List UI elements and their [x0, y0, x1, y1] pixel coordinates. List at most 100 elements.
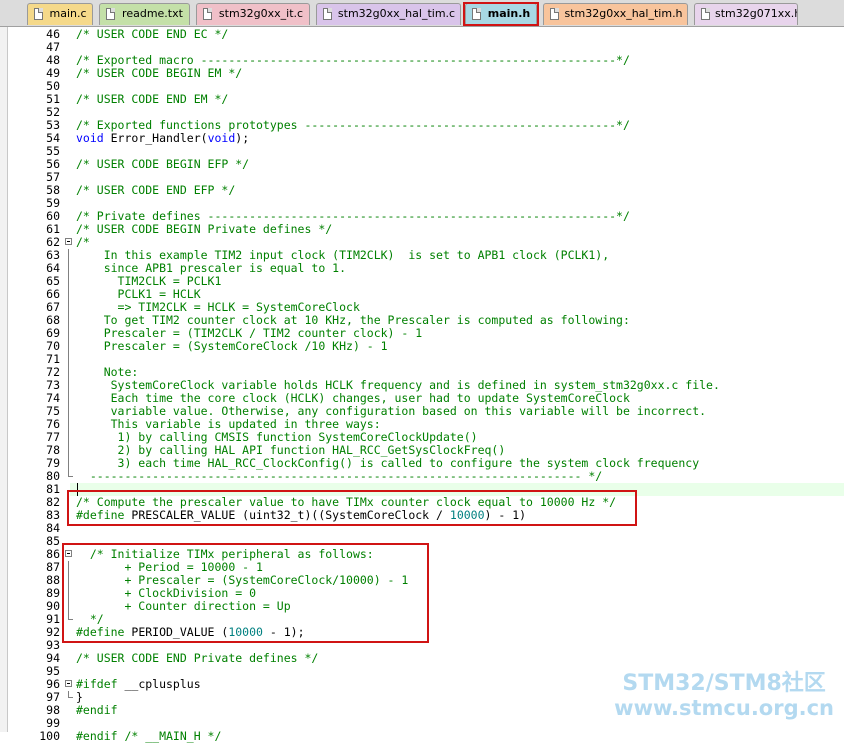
- code-text: #endif: [76, 704, 118, 717]
- tab-stm32g0xx-hal-tim-h[interactable]: stm32g0xx_hal_tim.h: [543, 3, 688, 25]
- code-line[interactable]: 49/* USER CODE BEGIN EM */: [8, 67, 844, 80]
- code-token: );: [235, 131, 250, 145]
- fold-guide: [64, 691, 74, 704]
- code-token: /* Private defines ---------------------…: [76, 209, 630, 223]
- code-token: /* __MAIN_H */: [117, 729, 222, 743]
- file-icon: [701, 8, 710, 20]
- code-line[interactable]: 56/* USER CODE BEGIN EFP */: [8, 158, 844, 171]
- code-token: #ifdef: [76, 677, 118, 691]
- fold-guide: [64, 262, 74, 275]
- code-token: /* USER CODE END Private defines */: [76, 651, 319, 665]
- fold-guide: [64, 275, 74, 288]
- watermark-title: STM32/STM8社区: [622, 671, 826, 696]
- fold-guide: [64, 431, 74, 444]
- fold-guide: [64, 418, 74, 431]
- code-token: __cplusplus: [117, 677, 201, 691]
- site-watermark: STM32/STM8社区 www.stmcu.org.cn: [614, 671, 834, 721]
- fold-guide: [64, 249, 74, 262]
- code-line[interactable]: 94/* USER CODE END Private defines */: [8, 652, 844, 665]
- fold-guide: [64, 444, 74, 457]
- tab-stm32g0xx-it-c[interactable]: stm32g0xx_it.c: [196, 3, 310, 25]
- fold-toggle-icon[interactable]: [64, 678, 74, 691]
- file-icon: [106, 8, 115, 20]
- code-token: variable value. Otherwise, any configura…: [76, 404, 707, 418]
- code-text: /* USER CODE END EM */: [76, 93, 228, 106]
- code-token: since APB1 prescaler is equal to 1.: [76, 261, 347, 275]
- code-text: /* USER CODE BEGIN EFP */: [76, 158, 249, 171]
- code-token: Note:: [76, 365, 139, 379]
- code-token: TIM2CLK = PCLK1: [76, 274, 222, 288]
- active-tab-highlight: [463, 2, 539, 26]
- file-icon: [34, 8, 43, 20]
- fold-guide: [64, 340, 74, 353]
- code-text: /* USER CODE BEGIN Private defines */: [76, 223, 332, 236]
- code-token: /* Exported functions prototypes -------…: [76, 118, 630, 132]
- tab-main-c[interactable]: main.c: [27, 3, 93, 25]
- code-line[interactable]: 58/* USER CODE END EFP */: [8, 184, 844, 197]
- fold-guide: [64, 392, 74, 405]
- tab-label: stm32g0xx_hal_tim.c: [337, 7, 456, 20]
- code-token: }: [76, 690, 83, 704]
- tab-stm32g071xx-h[interactable]: stm32g071xx.h: [694, 3, 798, 25]
- code-token: In this example TIM2 input clock (TIM2CL…: [76, 248, 610, 262]
- fold-guide: [64, 470, 74, 483]
- code-token: Each time the core clock (HCLK) changes,…: [76, 391, 630, 405]
- code-token: void: [76, 131, 104, 145]
- code-text: /* USER CODE BEGIN EM */: [76, 67, 242, 80]
- code-token: Prescaler = (SystemCoreClock /10 KHz) - …: [76, 339, 388, 353]
- gutter-margin: [0, 27, 8, 732]
- file-icon: [203, 8, 212, 20]
- code-token: /*: [76, 235, 90, 249]
- code-text: /* USER CODE END Private defines */: [76, 652, 318, 665]
- code-line[interactable]: 61/* USER CODE BEGIN Private defines */: [8, 223, 844, 236]
- fold-guide: [64, 457, 74, 470]
- code-text: /* USER CODE END EFP */: [76, 184, 235, 197]
- code-line[interactable]: 54 void Error_Handler(void);: [8, 132, 844, 145]
- code-token: #endif: [76, 703, 118, 717]
- fold-guide: [64, 288, 74, 301]
- tab-stm32g0xx-hal-tim-c[interactable]: stm32g0xx_hal_tim.c: [316, 3, 461, 25]
- code-token: To get TIM2 counter clock at 10 KHz, the…: [76, 313, 630, 327]
- fold-guide: [64, 353, 74, 366]
- prescaler-define-highlight: [67, 490, 637, 526]
- editor-tab-bar: main.c readme.txt stm32g0xx_it.c stm32g0xx_…: [0, 0, 844, 27]
- fold-guide: [64, 366, 74, 379]
- code-text: ----------------------------------------…: [76, 470, 602, 483]
- tab-label: stm32g0xx_hal_tim.h: [564, 7, 683, 20]
- tab-label: stm32g071xx.h: [715, 7, 798, 20]
- fold-toggle-icon[interactable]: [64, 236, 74, 249]
- tab-label: readme.txt: [122, 7, 183, 20]
- code-token: => TIM2CLK = HCLK = SystemCoreClock: [76, 300, 360, 314]
- code-token: void: [207, 131, 236, 145]
- code-line[interactable]: 70 Prescaler = (SystemCoreClock /10 KHz)…: [8, 340, 844, 353]
- code-token: 3) each time HAL_RCC_ClockConfig() is ca…: [76, 456, 700, 470]
- code-text: #ifdef __cplusplus: [76, 678, 201, 691]
- file-icon: [550, 8, 559, 20]
- code-token: 1) by calling CMSIS function SystemCoreC…: [76, 430, 478, 444]
- code-text: void Error_Handler(void);: [76, 132, 249, 145]
- tab-readme-txt[interactable]: readme.txt: [99, 3, 190, 25]
- code-token: This variable is updated in three ways:: [76, 417, 381, 431]
- period-define-highlight: [62, 543, 429, 643]
- fold-guide: [64, 301, 74, 314]
- code-token: /* USER CODE END EM */: [76, 92, 229, 106]
- file-icon: [323, 8, 332, 20]
- code-token: Prescaler = (TIM2CLK / TIM2 counter cloc…: [76, 326, 423, 340]
- code-token: /* USER CODE END EC */: [76, 27, 229, 41]
- code-token: Error_Handler(: [103, 131, 208, 145]
- tab-label: stm32g0xx_it.c: [218, 7, 304, 20]
- code-token: ----------------------------------------…: [76, 469, 603, 483]
- code-token: /* USER CODE END EFP */: [76, 183, 236, 197]
- code-line[interactable]: 51/* USER CODE END EM */: [8, 93, 844, 106]
- code-token: /* USER CODE BEGIN EFP */: [76, 157, 250, 171]
- code-line[interactable]: 80 -------------------------------------…: [8, 470, 844, 483]
- code-token: /* USER CODE BEGIN Private defines */: [76, 222, 333, 236]
- fold-guide: [64, 405, 74, 418]
- code-token: SystemCoreClock variable holds HCLK freq…: [76, 378, 720, 392]
- code-token: #endif: [76, 729, 118, 743]
- fold-guide: [64, 314, 74, 327]
- code-token: 2) by calling HAL API function HAL_RCC_G…: [76, 443, 506, 457]
- code-token: /* USER CODE BEGIN EM */: [76, 66, 243, 80]
- code-line[interactable]: 46/* USER CODE END EC */: [8, 28, 844, 41]
- watermark-url: www.stmcu.org.cn: [614, 696, 834, 720]
